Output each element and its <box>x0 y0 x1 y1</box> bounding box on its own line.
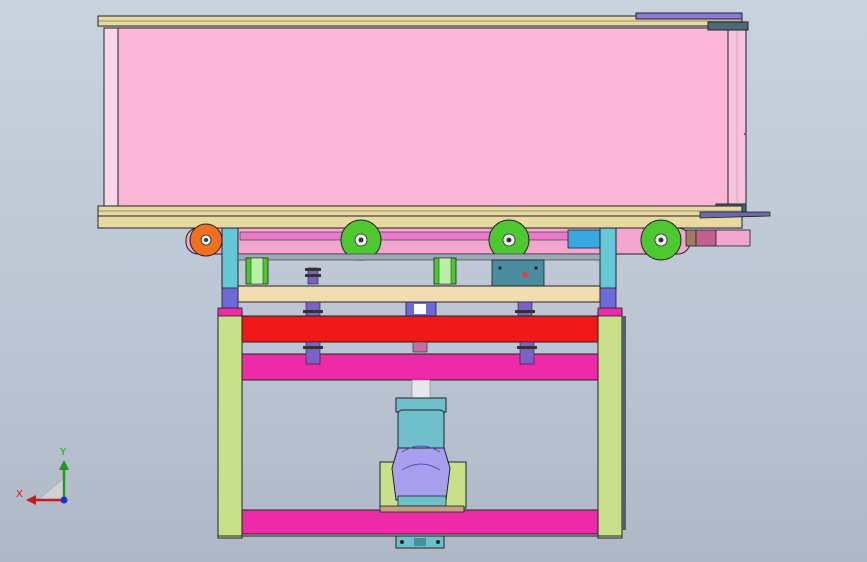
bolt-lower-center-icon <box>412 341 428 353</box>
y-axis-label: Y <box>59 447 67 458</box>
red-beam <box>241 315 599 343</box>
cyan-post-right <box>599 227 617 291</box>
roller-orange-icon <box>189 223 223 257</box>
bolt-lower-left-icon <box>303 341 323 365</box>
z-axis-icon <box>60 496 68 504</box>
magenta-beam-lower <box>241 509 599 535</box>
roller-green-3-icon <box>640 219 682 261</box>
cad-viewport[interactable]: Y X <box>0 0 867 562</box>
bottom-plate <box>97 215 743 229</box>
bolt-mid-left-icon <box>303 301 323 317</box>
motor-gearbox <box>391 447 451 501</box>
frame-post-right <box>597 311 623 539</box>
bolt-lower-right-icon <box>517 341 537 365</box>
cyan-post-left <box>221 227 239 291</box>
top-rail-end-bracket <box>635 12 743 20</box>
motor-shaft <box>411 379 431 401</box>
wooden-cross-beam <box>237 285 601 303</box>
frame-post-left <box>217 311 243 539</box>
belt-surface <box>103 27 731 207</box>
cylinder-left-icon <box>245 257 269 285</box>
bolt-top-left-icon <box>305 267 321 285</box>
belt-left-end <box>103 27 119 207</box>
mid-frame[interactable] <box>221 285 617 319</box>
coordinate-triad: Y X <box>16 447 69 505</box>
magenta-beam-upper <box>241 353 599 381</box>
bolt-mid-right-icon <box>515 301 535 317</box>
cylinder-center-icon <box>433 257 457 285</box>
x-axis-label: X <box>16 489 23 500</box>
conveyor-belt-assembly[interactable] <box>97 12 771 229</box>
